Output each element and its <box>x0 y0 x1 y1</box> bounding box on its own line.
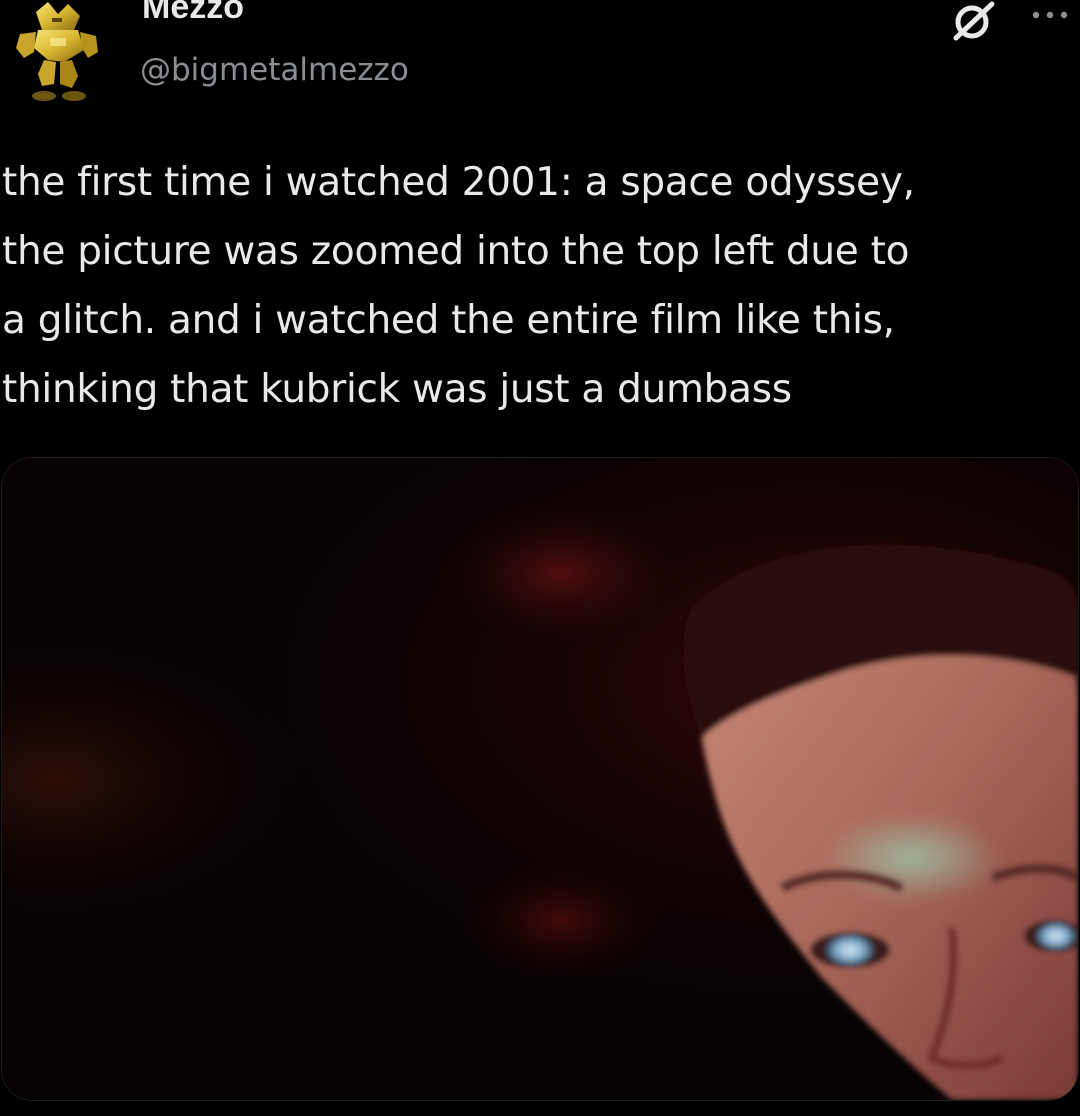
post-text: the first time i watched 2001: a space o… <box>2 148 1072 424</box>
author-handle[interactable]: @bigmetalmezzo <box>140 52 409 88</box>
robot-avatar-icon <box>16 2 98 101</box>
post-text-line: the first time i watched 2001: a space o… <box>2 160 915 205</box>
zoomed-film-still-image <box>2 458 1078 1100</box>
post-text-line: the picture was zoomed into the top left… <box>2 229 910 274</box>
grok-icon[interactable] <box>948 0 998 42</box>
post-image[interactable] <box>2 458 1078 1100</box>
post-text-line: thinking that kubrick was just a dumbass <box>2 367 792 412</box>
more-options-icon[interactable] <box>1030 6 1074 19</box>
post-text-line: a glitch. and i watched the entire film … <box>2 298 895 343</box>
author-display-name[interactable]: Mezzo <box>142 0 244 27</box>
avatar[interactable] <box>14 0 100 104</box>
